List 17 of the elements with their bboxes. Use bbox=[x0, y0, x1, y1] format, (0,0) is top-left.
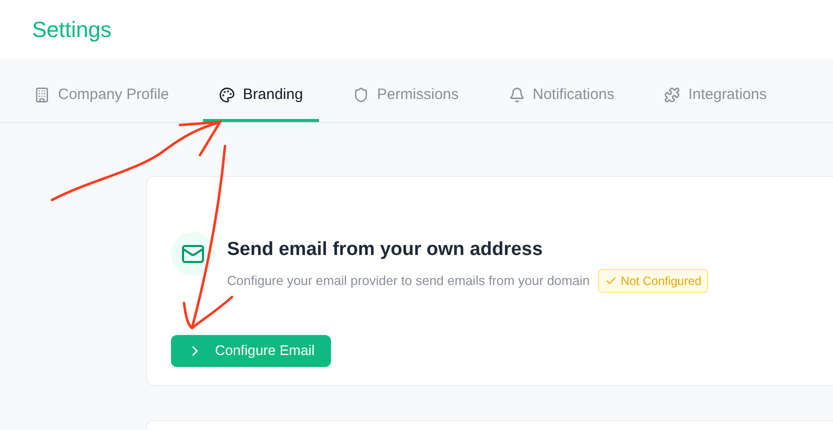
page-title: Settings bbox=[32, 16, 112, 44]
tab[interactable]: Branding bbox=[202, 71, 319, 122]
configure-email-button[interactable]: Configure Email bbox=[171, 334, 331, 366]
palette-icon bbox=[218, 87, 235, 103]
puzzle-icon bbox=[664, 87, 680, 103]
bell-icon bbox=[508, 87, 525, 103]
tab[interactable]: Permissions bbox=[336, 71, 475, 122]
status-badge: Not Configured bbox=[598, 268, 708, 292]
check-icon bbox=[604, 274, 617, 286]
building-icon bbox=[34, 87, 50, 103]
tab[interactable]: Company Profile bbox=[18, 71, 185, 122]
card-description: Configure your email provider to send emails from your domain bbox=[227, 272, 590, 290]
shield-icon bbox=[352, 87, 369, 103]
tab[interactable]: Integrations bbox=[648, 71, 783, 122]
tab[interactable]: Notifications bbox=[492, 71, 630, 122]
card-title: Send email from your own address bbox=[227, 238, 544, 262]
mail-icon bbox=[171, 232, 215, 276]
